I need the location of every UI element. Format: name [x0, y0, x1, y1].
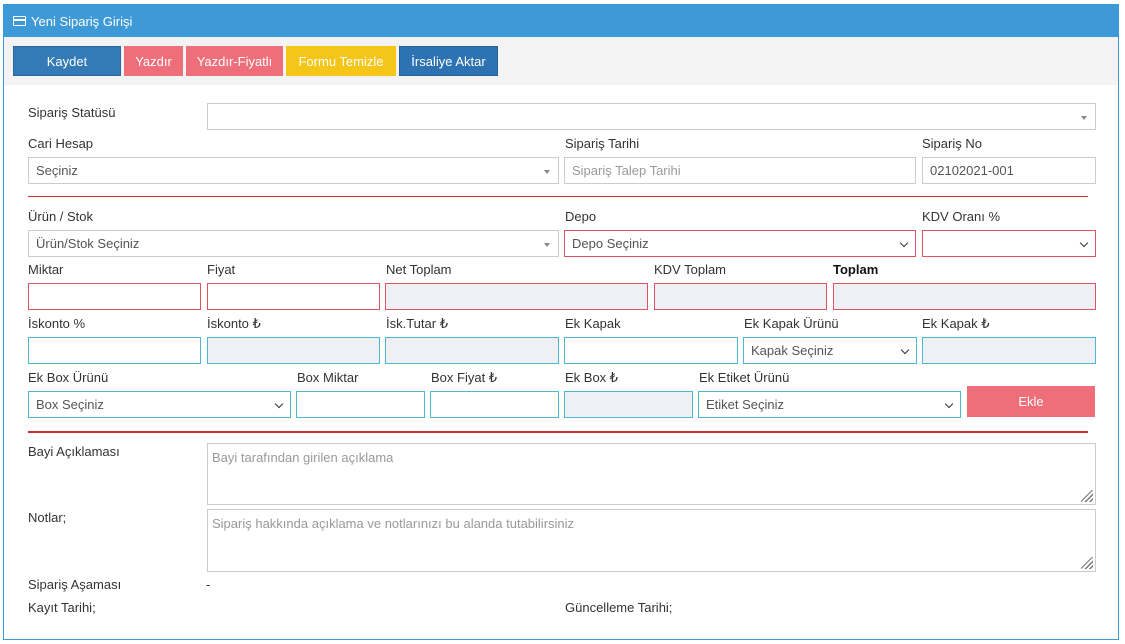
extra-cover-product-label: Ek Kapak Ürünü [744, 316, 839, 331]
clear-form-button[interactable]: Formu Temizle [286, 46, 396, 76]
chevron-down-icon [899, 238, 909, 248]
total-field [833, 283, 1096, 310]
notes-label: Notlar; [28, 510, 67, 525]
caret-down-icon [544, 170, 550, 174]
price-input[interactable] [207, 283, 380, 310]
caret-down-icon [544, 243, 550, 247]
box-quantity-input[interactable] [296, 391, 425, 418]
resize-grip-icon[interactable] [1081, 490, 1093, 502]
order-stage-value: - [206, 577, 211, 592]
depot-select[interactable]: Depo Seçiniz [564, 230, 916, 257]
panel-header: Yeni Sipariş Girişi [4, 5, 1118, 37]
credit-card-icon [13, 16, 26, 26]
order-date-placeholder: Sipariş Talep Tarihi [572, 163, 681, 178]
account-value: Seçiniz [36, 163, 78, 178]
vat-rate-select[interactable] [922, 230, 1096, 257]
chevron-down-icon [944, 399, 954, 409]
depot-value: Depo Seçiniz [572, 236, 649, 251]
notes-placeholder: Sipariş hakkında açıklama ve notlarınızı… [212, 516, 575, 531]
product-value: Ürün/Stok Seçiniz [36, 236, 140, 251]
extra-box-label: Ek Box ₺ [565, 370, 619, 385]
dealer-note-label: Bayi Açıklaması [28, 444, 120, 459]
box-price-input[interactable] [430, 391, 559, 418]
price-label: Fiyat [207, 262, 236, 277]
notes-textarea[interactable]: Sipariş hakkında açıklama ve notlarınızı… [207, 509, 1096, 572]
section-divider [28, 196, 1088, 197]
box-price-label: Box Fiyat ₺ [431, 370, 498, 385]
account-label: Cari Hesap [28, 136, 94, 151]
order-no-label: Sipariş No [922, 136, 982, 151]
toolbar: Kaydet Yazdır Yazdır-Fiyatlı Formu Temiz… [4, 37, 1118, 85]
discount-pct-input[interactable] [28, 337, 201, 364]
discounted-amount-label: İsk.Tutar ₺ [386, 316, 448, 331]
order-no-value: 02102021-001 [930, 163, 1014, 178]
depot-label: Depo [565, 209, 597, 224]
vat-total-label: KDV Toplam [654, 262, 727, 277]
save-button[interactable]: Kaydet [13, 46, 121, 76]
box-quantity-label: Box Miktar [297, 370, 359, 385]
order-no-input[interactable]: 02102021-001 [922, 157, 1096, 184]
product-select[interactable]: Ürün/Stok Seçiniz [28, 230, 559, 257]
extra-cover-price-label: Ek Kapak ₺ [922, 316, 990, 331]
discount-amount-label: İskonto ₺ [207, 316, 261, 331]
order-date-label: Sipariş Tarihi [565, 136, 640, 151]
extra-cover-product-select[interactable]: Kapak Seçiniz [743, 337, 917, 364]
net-total-field [385, 283, 648, 310]
created-date-label: Kayıt Tarihi; [28, 600, 96, 615]
chevron-down-icon [1079, 238, 1089, 248]
resize-grip-icon[interactable] [1081, 557, 1093, 569]
extra-label-product-label: Ek Etiket Ürünü [699, 370, 790, 385]
product-label: Ürün / Stok [28, 209, 94, 224]
dealer-note-textarea[interactable]: Bayi tarafından girilen açıklama [207, 443, 1096, 505]
extra-box-field [564, 391, 693, 418]
dealer-note-placeholder: Bayi tarafından girilen açıklama [212, 450, 394, 465]
quantity-label: Miktar [28, 262, 64, 277]
vat-rate-label: KDV Oranı % [922, 209, 1001, 224]
section-divider [28, 431, 1088, 433]
quantity-input[interactable] [28, 283, 201, 310]
extra-cover-label: Ek Kapak [565, 316, 621, 331]
vat-total-field [654, 283, 827, 310]
print-with-price-button[interactable]: Yazdır-Fiyatlı [186, 46, 283, 76]
discount-amount-field [207, 337, 380, 364]
extra-cover-price-field [922, 337, 1096, 364]
discount-pct-label: İskonto % [28, 316, 86, 331]
updated-date-label: Güncelleme Tarihi; [565, 600, 673, 615]
extra-label-product-select[interactable]: Etiket Seçiniz [698, 391, 961, 418]
panel-title: Yeni Sipariş Girişi [31, 13, 133, 29]
account-select[interactable]: Seçiniz [28, 157, 559, 184]
order-status-select[interactable] [207, 103, 1096, 130]
caret-down-icon [1081, 116, 1087, 120]
extra-box-product-label: Ek Box Ürünü [28, 370, 109, 385]
extra-box-product-value: Box Seçiniz [36, 397, 104, 412]
net-total-label: Net Toplam [386, 262, 452, 277]
extra-cover-input[interactable] [564, 337, 738, 364]
order-stage-label: Sipariş Aşaması [28, 577, 122, 592]
order-date-input[interactable]: Sipariş Talep Tarihi [564, 157, 916, 184]
print-button[interactable]: Yazdır [124, 46, 183, 76]
order-status-label: Sipariş Statüsü [28, 105, 116, 120]
add-button[interactable]: Ekle [967, 386, 1095, 417]
chevron-down-icon [900, 345, 910, 355]
total-label: Toplam [833, 262, 879, 277]
transfer-waybill-button[interactable]: İrsaliye Aktar [399, 46, 498, 76]
extra-label-product-value: Etiket Seçiniz [706, 397, 785, 412]
discounted-amount-field [385, 337, 559, 364]
extra-box-product-select[interactable]: Box Seçiniz [28, 391, 291, 418]
chevron-down-icon [274, 399, 284, 409]
extra-cover-product-value: Kapak Seçiniz [751, 343, 834, 358]
